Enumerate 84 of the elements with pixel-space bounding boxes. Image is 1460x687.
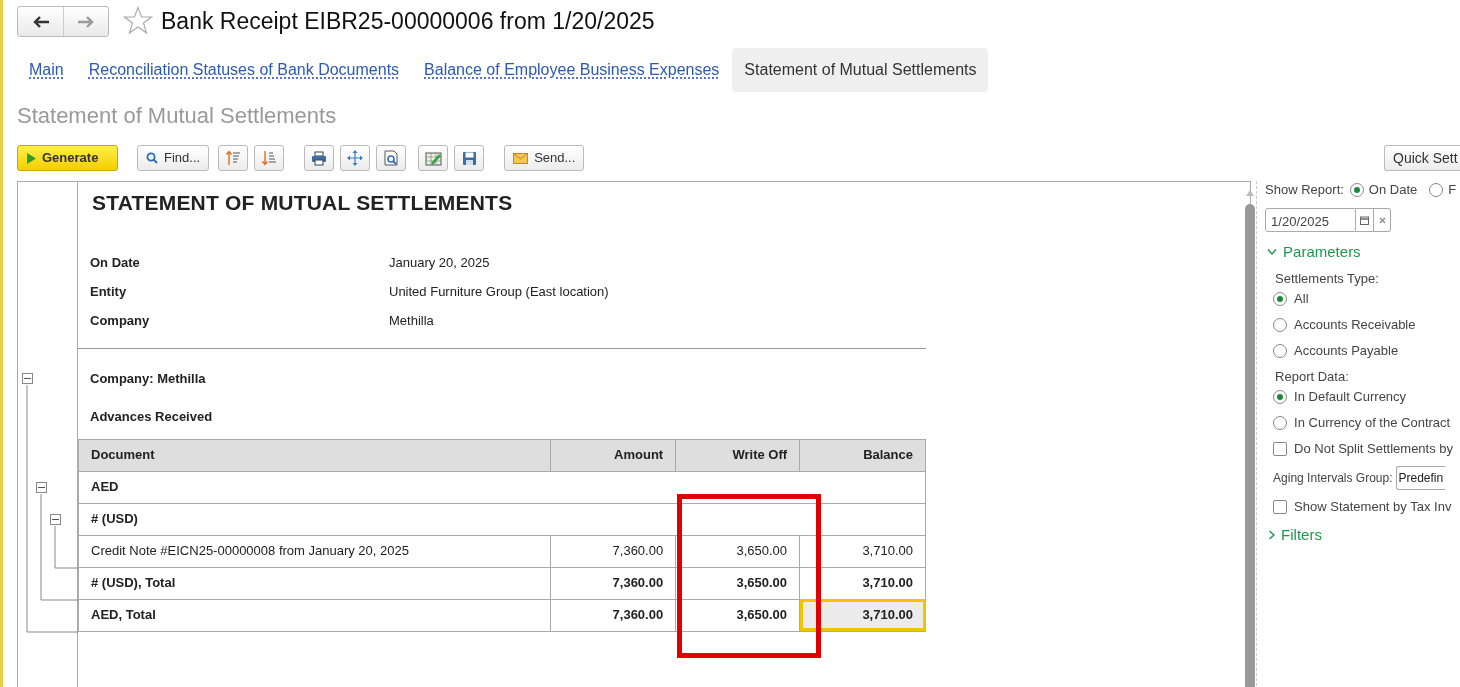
radio-option[interactable]: In Default Currency	[1265, 383, 1460, 410]
section-heading: Advances Received	[90, 408, 214, 426]
collapse-toggle[interactable]	[50, 514, 61, 525]
table-edit-button[interactable]	[418, 145, 449, 171]
collapse-toggle[interactable]	[36, 482, 47, 493]
amount-cell: 3,650.00	[675, 567, 800, 599]
parameters-toggle[interactable]: Parameters	[1267, 241, 1361, 264]
collapse-toggle[interactable]	[22, 373, 33, 385]
calendar-button[interactable]	[1355, 208, 1374, 232]
play-icon	[26, 152, 36, 164]
amount-cell: 3,710.00	[799, 535, 926, 567]
radio-option[interactable]: Accounts Receivable	[1265, 311, 1460, 338]
amount-cell: 7,360.00	[550, 535, 676, 567]
sort-descending-icon	[261, 150, 278, 166]
sort-descending-button[interactable]	[254, 145, 285, 171]
table-cell: # (USD), Total	[78, 567, 551, 599]
show-report-label: Show Report:	[1265, 181, 1344, 200]
field-label: Aging Intervals Group:	[1273, 469, 1393, 487]
field-label: Company	[90, 312, 151, 331]
field-value: United Furniture Group (East location)	[389, 283, 609, 302]
radio-option[interactable]: In Currency of the Contract	[1265, 409, 1460, 436]
back-arrow-icon	[32, 15, 49, 28]
minus-icon	[52, 516, 59, 523]
chevron-right-icon	[1269, 529, 1276, 540]
amount-cell: 7,360.00	[550, 567, 676, 599]
checkbox-option[interactable]: Do Not Split Settlements by	[1265, 435, 1460, 462]
field-label: Entity	[90, 283, 128, 302]
chevron-down-icon	[1267, 249, 1278, 256]
minus-icon	[38, 484, 45, 491]
sort-ascending-icon	[225, 150, 242, 166]
group-label: Settlements Type:	[1274, 269, 1380, 286]
move-icon	[347, 150, 364, 166]
preview-button[interactable]	[376, 145, 407, 171]
checkbox-option[interactable]: Show Statement by Tax Inv	[1265, 493, 1460, 520]
print-icon	[311, 150, 328, 166]
group-label: Report Data:	[1274, 367, 1350, 384]
save-button[interactable]	[454, 145, 485, 171]
quick-settings-button[interactable]: Quick Sett	[1384, 145, 1460, 171]
radio-option[interactable]: Accounts Payable	[1265, 337, 1460, 364]
column-header: Amount	[550, 439, 676, 471]
tab[interactable]: Statement of Mutual Settlements	[732, 48, 989, 92]
select-field[interactable]: Predefin	[1395, 465, 1446, 490]
window-title: Bank Receipt EIBR25-00000006 from 1/20/2025	[161, 10, 655, 33]
radio-option[interactable]: F	[1429, 181, 1457, 200]
forward-arrow-icon	[78, 15, 94, 28]
radio-option[interactable]: All	[1265, 285, 1460, 312]
tab[interactable]: Reconciliation Statuses of Bank Documents	[76, 48, 412, 92]
amount-cell: 3,650.00	[675, 535, 800, 567]
clear-icon	[1378, 216, 1386, 224]
amount-cell: 3,650.00	[675, 599, 800, 631]
scrollbar-thumb[interactable]	[1245, 204, 1255, 687]
date-field[interactable]: 1/20/2025	[1265, 208, 1356, 232]
preview-icon	[383, 150, 399, 166]
search-icon	[146, 152, 158, 164]
column-header: Balance	[799, 439, 926, 471]
send-button[interactable]: Send...	[504, 145, 585, 171]
tab[interactable]: Main	[17, 48, 76, 92]
filters-toggle[interactable]: Filters	[1269, 523, 1322, 546]
sort-ascending-button[interactable]	[218, 145, 249, 171]
column-header: Write Off	[675, 439, 800, 471]
table-cell: AED	[78, 471, 926, 503]
star-icon[interactable]	[123, 5, 153, 36]
report-title: STATEMENT OF MUTUAL SETTLEMENTS	[92, 190, 514, 216]
amount-cell: 7,360.00	[550, 599, 676, 631]
find-button[interactable]: Find...	[137, 145, 210, 171]
table-cell: AED, Total	[78, 599, 551, 631]
section-title: Statement of Mutual Settlements	[17, 102, 338, 130]
envelope-icon	[513, 152, 529, 164]
field-value: Methilla	[389, 312, 434, 331]
table-cell: # (USD)	[78, 503, 926, 535]
calendar-icon	[1359, 215, 1369, 225]
amount-cell: 3,710.00	[799, 599, 926, 631]
column-header: Document	[78, 439, 551, 471]
print-button[interactable]	[304, 145, 335, 171]
company-heading: Company: Methilla	[90, 369, 207, 388]
tab[interactable]: Balance of Employee Business Expenses	[412, 48, 732, 92]
radio-option[interactable]: On Date	[1349, 181, 1418, 200]
field-label: On Date	[90, 254, 141, 273]
generate-button[interactable]: Generate	[17, 145, 118, 171]
move-button[interactable]	[340, 145, 371, 171]
table-cell: Credit Note #EICN25-00000008 from January 20, 2025	[78, 535, 551, 567]
save-icon	[461, 150, 477, 166]
field-value: January 20, 2025	[389, 254, 490, 273]
table-edit-icon	[424, 150, 442, 166]
